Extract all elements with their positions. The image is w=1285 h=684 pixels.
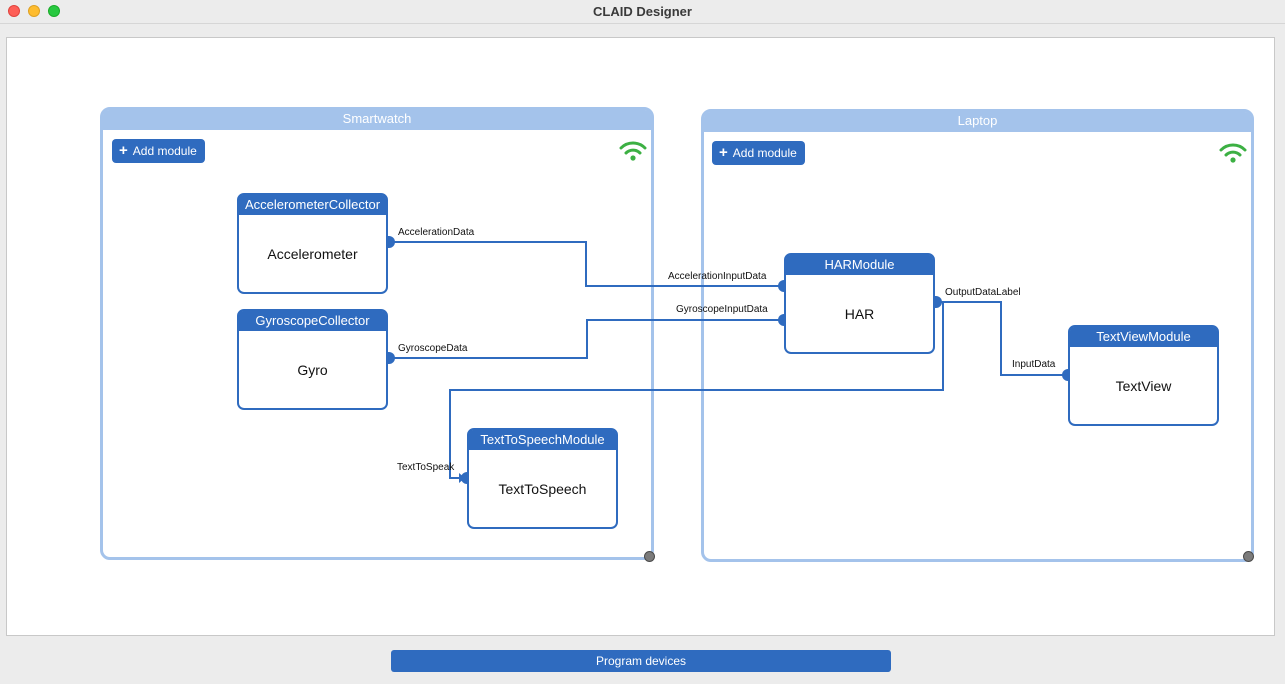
module-type: TextViewModule <box>1070 327 1217 347</box>
input-port[interactable] <box>778 314 785 326</box>
input-port[interactable] <box>778 280 785 292</box>
module-type: AccelerometerCollector <box>239 195 386 215</box>
module-name: Accelerometer <box>267 245 358 262</box>
input-port[interactable] <box>1062 369 1069 381</box>
connection-label: GyroscopeData <box>398 343 468 354</box>
module-gyroscope-collector[interactable]: GyroscopeCollector Gyro <box>237 309 388 410</box>
module-text-view[interactable]: TextViewModule TextView <box>1068 325 1219 426</box>
module-name: TextView <box>1115 377 1172 394</box>
connection-label: InputData <box>1012 359 1056 370</box>
module-type: GyroscopeCollector <box>239 311 386 331</box>
program-devices-button[interactable]: Program devices <box>391 650 891 672</box>
module-har[interactable]: HARModule HAR <box>784 253 935 354</box>
module-name: HAR <box>844 305 875 322</box>
module-text-to-speech[interactable]: TextToSpeechModule TextToSpeech <box>467 428 618 529</box>
connection-label: OutputDataLabel <box>945 287 1021 298</box>
connection-label: AccelerationData <box>398 227 475 238</box>
module-accelerometer-collector[interactable]: AccelerometerCollector Accelerometer <box>237 193 388 294</box>
module-name: TextToSpeech <box>498 480 587 497</box>
module-name: Gyro <box>297 361 328 378</box>
module-type: TextToSpeechModule <box>469 430 616 450</box>
connection-label: GyroscopeInputData <box>676 304 768 315</box>
connection-label: TextToSpeak <box>397 462 455 473</box>
module-type: HARModule <box>786 255 933 275</box>
input-port[interactable] <box>461 472 468 484</box>
connection-label: AccelerationInputData <box>668 271 767 282</box>
